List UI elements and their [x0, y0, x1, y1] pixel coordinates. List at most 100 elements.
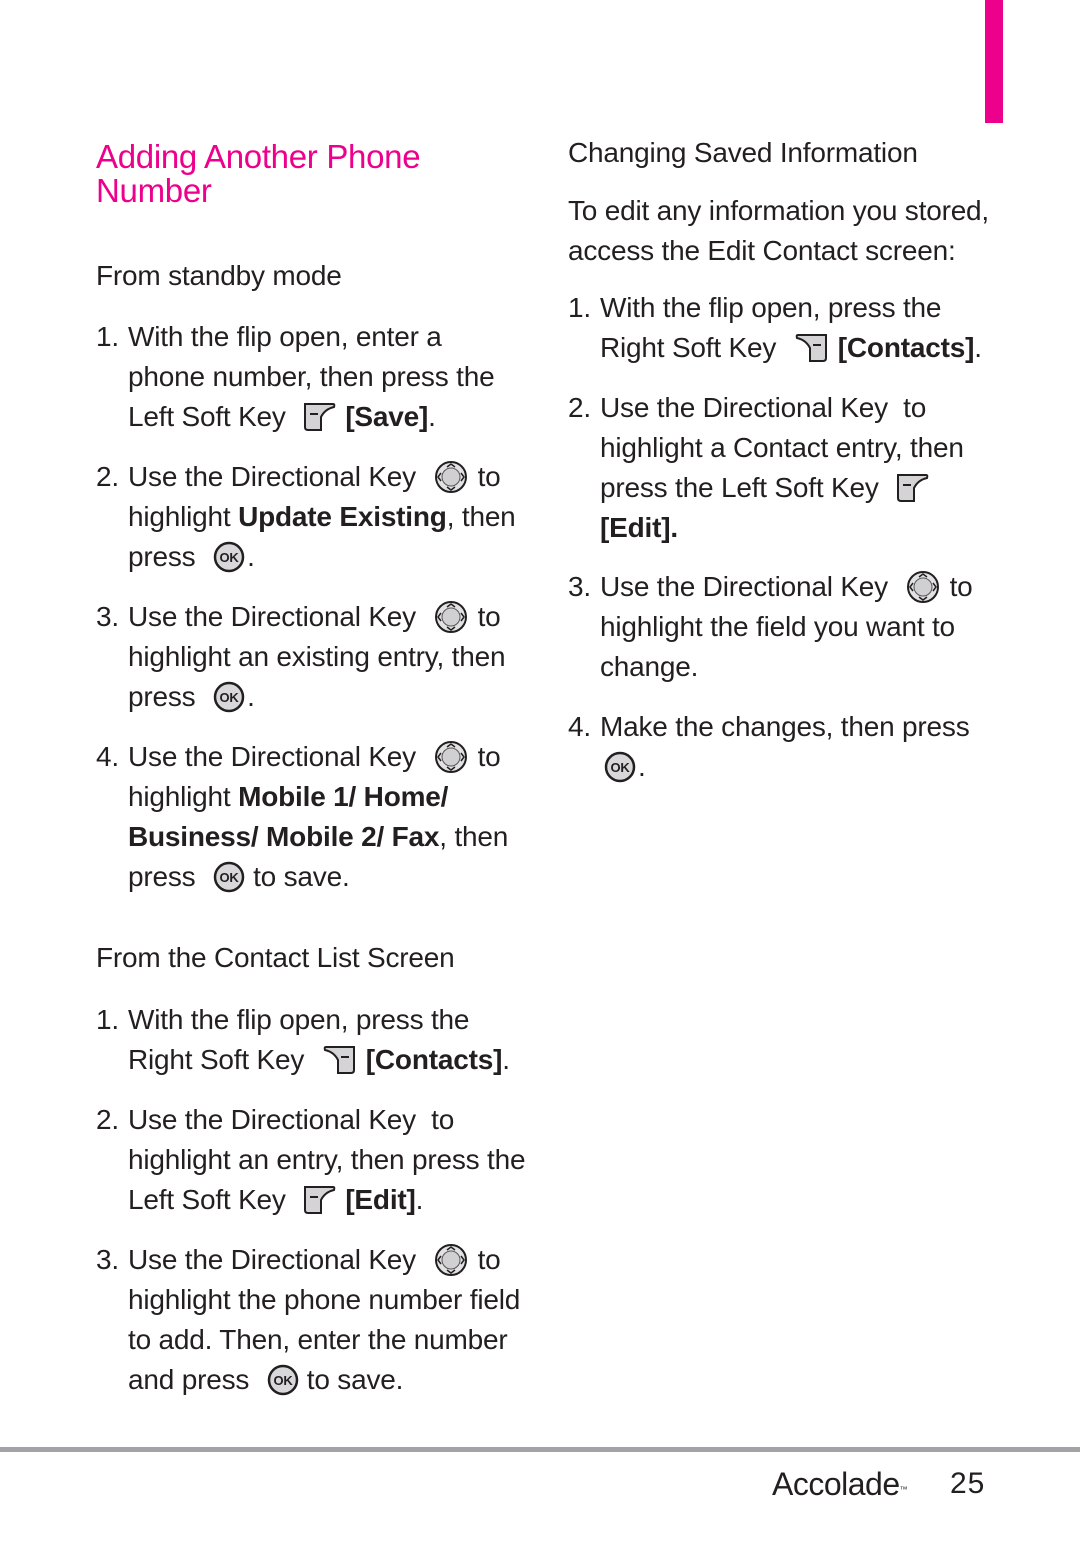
standby-step-3: 3. Use the Directional Key to highlight …: [96, 597, 506, 717]
step-text: Use the Directional Key to: [600, 392, 927, 423]
step-text: , then: [439, 821, 509, 852]
left-soft-key-icon: [303, 401, 337, 433]
ok-key-icon: [213, 541, 245, 573]
step-text: highlight: [128, 501, 231, 532]
step-text: press: [128, 861, 196, 892]
brand-logo: Accolade™: [772, 1464, 908, 1504]
standby-step-2: 2. Use the Directional Key to highlight …: [96, 457, 516, 577]
step-text: Use the Directional Key to: [128, 1104, 455, 1135]
step-number: 2.: [96, 1104, 119, 1135]
page-number: 25: [950, 1467, 986, 1500]
step-number: 1.: [568, 292, 591, 323]
step-text: change.: [600, 651, 699, 682]
step-text: to: [477, 461, 501, 492]
edit-step-1: 1. With the flip open, press the Right S…: [568, 288, 982, 368]
directional-key-icon: [434, 1243, 468, 1277]
intro-line: access the Edit Contact screen:: [568, 235, 956, 266]
ok-key-icon: [604, 751, 636, 783]
step-number: 1.: [96, 321, 119, 352]
step-text: highlight: [128, 781, 231, 812]
edit-step-2: 2. Use the Directional Key to highlight …: [568, 388, 964, 548]
step-text: Right Soft Key: [600, 332, 777, 363]
punct: .: [638, 751, 646, 782]
step-text: highlight the field you want to: [600, 611, 955, 642]
step-text: to: [477, 741, 501, 772]
step-number: 3.: [96, 601, 119, 632]
step-text: and press: [128, 1364, 250, 1395]
key-label-edit: [Edit].: [600, 512, 678, 543]
step-text: Use the Directional Key: [128, 741, 416, 772]
step-text: Use the Directional Key: [128, 1244, 416, 1275]
step-text: With the flip open, enter a: [128, 321, 442, 352]
standby-step-1: 1. With the flip open, enter a phone num…: [96, 317, 495, 437]
directional-key-icon: [906, 570, 940, 604]
chapter-tab-marker: [985, 0, 1003, 123]
directional-key-icon: [434, 460, 468, 494]
step-text: press the Left Soft Key: [600, 472, 879, 503]
step-text: to save.: [253, 861, 350, 892]
punct: .: [502, 1044, 510, 1075]
step-text: With the flip open, press the: [128, 1004, 470, 1035]
contact-list-step-1: 1. With the flip open, press the Right S…: [96, 1000, 510, 1080]
step-text: to: [477, 601, 501, 632]
contact-list-step-3: 3. Use the Directional Key to highlight …: [96, 1240, 520, 1400]
punct: .: [428, 401, 436, 432]
step-text: highlight an existing entry, then: [128, 641, 506, 672]
step-text: highlight the phone number field: [128, 1284, 521, 1315]
directional-key-icon: [434, 600, 468, 634]
right-soft-key-icon: [794, 332, 828, 364]
standby-step-4: 4. Use the Directional Key to highlight …: [96, 737, 508, 897]
step-number: 4.: [568, 711, 591, 742]
step-number: 1.: [96, 1004, 119, 1035]
step-text: press: [128, 681, 196, 712]
edit-step-3: 3. Use the Directional Key to highlight …: [568, 567, 973, 687]
section-title-line-2: Number: [96, 172, 212, 209]
step-number: 3.: [568, 571, 591, 602]
step-text: to save.: [306, 1364, 404, 1395]
brand-name: Accolade: [772, 1466, 900, 1502]
ok-key-icon: [213, 861, 245, 893]
punct: .: [247, 541, 255, 572]
step-text: highlight an entry, then press the: [128, 1144, 526, 1175]
contact-list-step-2: 2. Use the Directional Key to highlight …: [96, 1100, 526, 1220]
left-soft-key-icon: [303, 1184, 337, 1216]
intro-paragraph: To edit any information you stored, acce…: [568, 191, 989, 271]
step-text: Right Soft Key: [128, 1044, 305, 1075]
step-text: highlight a Contact entry, then: [600, 432, 964, 463]
step-number: 3.: [96, 1244, 119, 1275]
key-label-edit: [Edit]: [345, 1184, 416, 1215]
menu-option-update-existing: Update Existing: [238, 501, 447, 532]
directional-key-icon: [434, 740, 468, 774]
key-label-contacts: [Contacts]: [837, 332, 975, 363]
step-text: to add. Then, enter the number: [128, 1324, 508, 1355]
key-label-save: [Save]: [345, 401, 429, 432]
section-title: Adding Another Phone Number: [96, 137, 421, 211]
field-options: Business/ Mobile 2/ Fax: [128, 821, 440, 852]
ok-key-icon: [213, 681, 245, 713]
step-text: to: [949, 571, 973, 602]
step-number: 2.: [96, 461, 119, 492]
edit-step-4: 4. Make the changes, then press .: [568, 707, 970, 787]
step-text: , then: [446, 501, 516, 532]
step-text: With the flip open, press the: [600, 292, 942, 323]
footer-rule: [0, 1447, 1080, 1452]
step-number: 4.: [96, 741, 119, 772]
trademark: ™: [899, 1485, 908, 1494]
punct: .: [974, 332, 982, 363]
left-soft-key-icon: [896, 472, 930, 504]
subheading-contact-list: From the Contact List Screen: [96, 942, 455, 973]
key-label-contacts: [Contacts]: [365, 1044, 503, 1075]
intro-line: To edit any information you stored,: [568, 195, 990, 226]
step-text: Make the changes, then press: [600, 711, 970, 742]
field-options: Mobile 1/ Home/: [238, 781, 449, 812]
step-text: to: [477, 1244, 501, 1275]
step-text: Use the Directional Key: [128, 601, 416, 632]
step-text: phone number, then press the: [128, 361, 495, 392]
subheading-changing-saved-info: Changing Saved Information: [568, 137, 918, 168]
step-number: 2.: [568, 392, 591, 423]
step-text: press: [128, 541, 196, 572]
step-text: Left Soft Key: [128, 1184, 286, 1215]
subheading-standby: From standby mode: [96, 260, 342, 291]
ok-key-icon: [267, 1364, 299, 1396]
step-text: Left Soft Key: [128, 401, 286, 432]
